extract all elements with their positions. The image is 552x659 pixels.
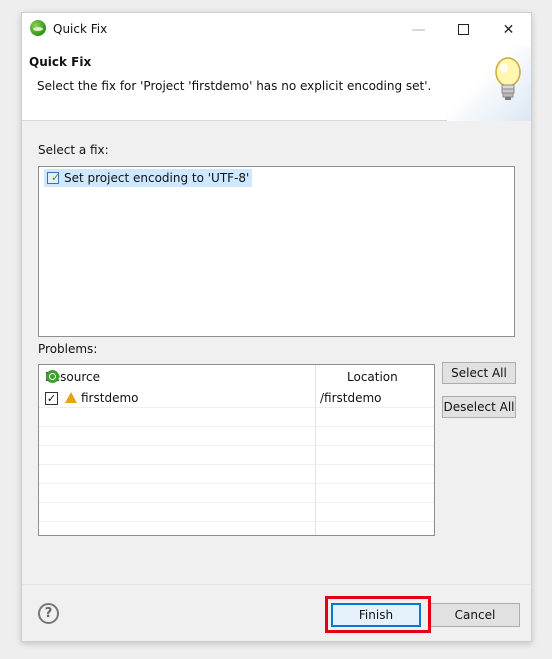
table-row-empty (39, 503, 434, 522)
resource-cell: firstdemo (81, 391, 139, 405)
eclipse-app-icon (30, 20, 46, 36)
maximize-button[interactable] (441, 13, 486, 46)
table-row[interactable]: ✓ firstdemo /firstdemo (39, 389, 434, 408)
window-title: Quick Fix (53, 22, 108, 36)
table-row-empty (39, 465, 434, 484)
fix-list[interactable]: Set project encoding to 'UTF-8' (38, 166, 515, 337)
help-icon[interactable]: ? (38, 603, 59, 624)
select-fix-label: Select a fix: (38, 143, 109, 157)
warning-icon (65, 392, 77, 403)
content-panel: Select a fix: Set project encoding to 'U… (31, 128, 522, 579)
change-icon (47, 169, 60, 187)
location-cell: /firstdemo (320, 391, 382, 405)
deselect-all-button[interactable]: Deselect All (442, 396, 516, 418)
problems-table[interactable]: Resource Location ✓ firstdemo /firstdemo (38, 364, 435, 536)
table-row-empty (39, 427, 434, 446)
header-message: Select the fix for 'Project 'firstdemo' … (37, 79, 432, 93)
quick-fix-dialog: Quick Fix — ✕ Quick Fix Select the fix f… (21, 12, 532, 642)
header-banner (447, 46, 531, 121)
close-button[interactable]: ✕ (486, 13, 531, 46)
lightbulb-icon (495, 57, 521, 100)
table-row-empty (39, 446, 434, 465)
header-title: Quick Fix (29, 55, 92, 69)
fix-item-set-encoding[interactable]: Set project encoding to 'UTF-8' (44, 169, 253, 187)
table-row-empty (39, 484, 434, 503)
minimize-button[interactable]: — (396, 13, 441, 46)
table-row-empty (39, 408, 434, 427)
select-all-button[interactable]: Select All (442, 362, 516, 384)
fix-item-label: Set project encoding to 'UTF-8' (64, 171, 250, 185)
location-column-icon (46, 370, 59, 383)
dialog-header: Quick Fix Select the fix for 'Project 'f… (22, 46, 531, 121)
problems-label: Problems: (38, 342, 98, 356)
column-header-location[interactable]: Location (347, 365, 398, 389)
maximize-icon (458, 24, 469, 35)
row-checkbox[interactable]: ✓ (45, 392, 58, 405)
finish-highlight-annotation (325, 596, 431, 633)
title-bar[interactable]: Quick Fix — ✕ (22, 13, 531, 46)
cancel-button[interactable]: Cancel (430, 603, 520, 627)
table-header: Resource Location (39, 365, 434, 389)
footer-divider (22, 584, 531, 585)
